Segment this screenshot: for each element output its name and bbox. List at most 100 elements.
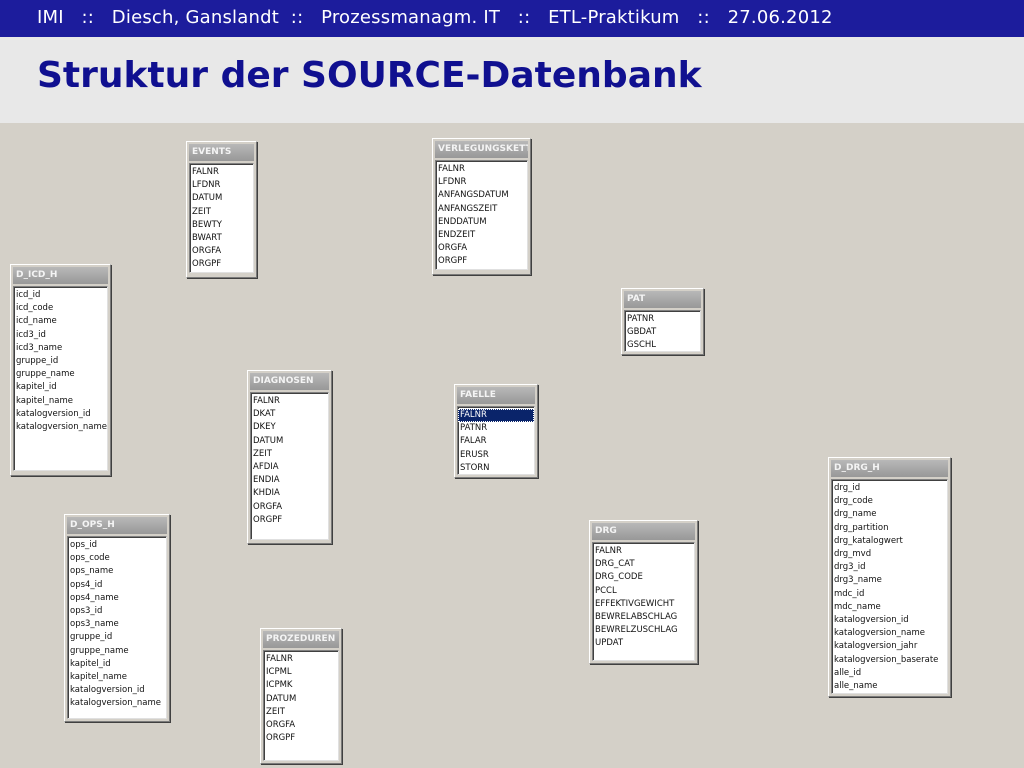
field-item[interactable]: ICPMK — [264, 679, 338, 692]
table-d-drg-h[interactable]: D_DRG_H drg_id drg_code drg_name drg_partit… — [828, 457, 951, 697]
field-item[interactable]: DKAT — [251, 408, 328, 421]
field-item[interactable]: LFDNR — [190, 179, 253, 192]
field-list[interactable]: ops_id ops_code ops_name ops4_id ops4_name op… — [67, 536, 167, 719]
field-item[interactable]: DATUM — [190, 192, 253, 205]
field-item[interactable]: gruppe_id — [68, 631, 166, 644]
field-item[interactable]: icd_id — [14, 289, 107, 302]
field-item[interactable]: FALNR — [593, 545, 694, 558]
table-title[interactable]: D_DRG_H — [831, 460, 948, 477]
field-item[interactable]: EFFEKTIVGEWICHT — [593, 598, 694, 611]
field-item[interactable]: drg_partition — [832, 522, 947, 535]
field-item[interactable]: DRG_CAT — [593, 558, 694, 571]
field-item[interactable]: ops4_name — [68, 592, 166, 605]
field-item[interactable]: ICPML — [264, 666, 338, 679]
field-item[interactable]: alle_id — [832, 667, 947, 680]
field-item[interactable]: drg_katalogwert — [832, 535, 947, 548]
field-item[interactable]: alle_name — [832, 680, 947, 693]
field-item[interactable]: FALNR — [251, 395, 328, 408]
field-item[interactable]: katalogversion_id — [68, 684, 166, 697]
field-item[interactable]: KHDIA — [251, 487, 328, 500]
table-title[interactable]: DRG — [592, 523, 695, 540]
table-title[interactable]: D_OPS_H — [67, 517, 167, 534]
field-item[interactable]: ERUSR — [458, 449, 534, 462]
table-title[interactable]: FAELLE — [457, 387, 535, 404]
field-item[interactable]: DATUM — [251, 435, 328, 448]
field-item[interactable]: ORGFA — [264, 719, 338, 732]
field-item[interactable]: ZEIT — [251, 448, 328, 461]
field-item[interactable]: ORGPF — [264, 732, 338, 745]
field-item[interactable]: FALNR — [436, 163, 527, 176]
field-item[interactable]: icd_code — [14, 302, 107, 315]
field-item[interactable]: drg3_name — [832, 574, 947, 587]
field-item[interactable]: katalogversion_name — [68, 697, 166, 710]
field-item[interactable]: FALNR — [458, 409, 534, 423]
field-item[interactable]: ORGFA — [251, 501, 328, 514]
table-pat[interactable]: PAT PATNR GBDAT GSCHL — [621, 288, 704, 355]
field-item[interactable]: kapitel_name — [14, 395, 107, 408]
field-item[interactable]: mdc_id — [832, 588, 947, 601]
field-item[interactable]: FALNR — [190, 166, 253, 179]
field-item[interactable]: ENDZEIT — [436, 229, 527, 242]
field-item[interactable]: DKEY — [251, 421, 328, 434]
field-item[interactable]: ORGFA — [436, 242, 527, 255]
field-item[interactable]: mdc_name — [832, 601, 947, 614]
field-list[interactable]: FALNR ICPML ICPMK DATUM ZEIT ORGFA ORGPF — [263, 650, 339, 761]
table-title[interactable]: DIAGNOSEN — [250, 373, 329, 390]
field-item[interactable]: LFDNR — [436, 176, 527, 189]
table-drg[interactable]: DRG FALNR DRG_CAT DRG_CODE PCCL EFFEKTIVGEWI… — [589, 520, 698, 664]
field-item[interactable]: ORGPF — [251, 514, 328, 527]
field-item[interactable]: BEWRELZUSCHLAG — [593, 624, 694, 637]
field-list[interactable]: drg_id drg_code drg_name drg_partition drg_k… — [831, 479, 948, 694]
field-item[interactable]: icd3_name — [14, 342, 107, 355]
field-item[interactable]: FALNR — [264, 653, 338, 666]
table-title[interactable]: PROZEDUREN — [263, 631, 339, 648]
table-verlegungskette[interactable]: VERLEGUNGSKETTE FALNR LFDNR ANFANGSDATUM AN… — [432, 138, 531, 275]
field-item[interactable]: kapitel_id — [14, 381, 107, 394]
field-list[interactable]: FALNR DKAT DKEY DATUM ZEIT AFDIA ENDIA KHDIA ORG… — [250, 392, 329, 540]
field-item[interactable]: icd_name — [14, 315, 107, 328]
field-item[interactable]: ORGPF — [436, 255, 527, 268]
field-item[interactable]: PATNR — [458, 422, 534, 435]
field-item[interactable]: katalogversion_name — [832, 627, 947, 640]
field-item[interactable]: DRG_CODE — [593, 571, 694, 584]
table-faelle[interactable]: FAELLE FALNR PATNR FALAR ERUSR STORN — [454, 384, 538, 478]
field-item[interactable]: BEWRELABSCHLAG — [593, 611, 694, 624]
table-events[interactable]: EVENTS FALNR LFDNR DATUM ZEIT BEWTY BWART ORGF… — [186, 141, 257, 278]
field-list[interactable]: FALNR LFDNR DATUM ZEIT BEWTY BWART ORGFA ORGPF — [189, 163, 254, 273]
table-title[interactable]: PAT — [624, 291, 701, 308]
field-item[interactable]: ops3_name — [68, 618, 166, 631]
table-prozeduren[interactable]: PROZEDUREN FALNR ICPML ICPMK DATUM ZEIT ORGFA… — [260, 628, 342, 764]
field-item[interactable]: kapitel_name — [68, 671, 166, 684]
field-item[interactable]: katalogversion_name — [14, 421, 107, 434]
field-item[interactable]: ops_name — [68, 565, 166, 578]
table-title[interactable]: EVENTS — [189, 144, 254, 161]
field-item[interactable]: ANFANGSDATUM — [436, 189, 527, 202]
table-d-ops-h[interactable]: D_OPS_H ops_id ops_code ops_name ops4_id ops… — [64, 514, 170, 722]
field-item[interactable]: ENDDATUM — [436, 216, 527, 229]
field-item[interactable]: gruppe_id — [14, 355, 107, 368]
field-item[interactable]: gruppe_name — [14, 368, 107, 381]
table-title[interactable]: D_ICD_H — [13, 267, 108, 284]
field-item[interactable]: kapitel_id — [68, 658, 166, 671]
field-item[interactable]: ANFANGSZEIT — [436, 203, 527, 216]
field-item[interactable]: ops4_id — [68, 579, 166, 592]
field-item[interactable]: ORGPF — [190, 258, 253, 271]
field-item[interactable]: ops_code — [68, 552, 166, 565]
table-d-icd-h[interactable]: D_ICD_H icd_id icd_code icd_name icd3_id icd… — [10, 264, 111, 476]
field-item[interactable]: ENDIA — [251, 474, 328, 487]
field-item[interactable]: AFDIA — [251, 461, 328, 474]
field-item[interactable]: katalogversion_id — [832, 614, 947, 627]
field-item[interactable]: BWART — [190, 232, 253, 245]
field-item[interactable]: ORGFA — [190, 245, 253, 258]
field-item[interactable]: FALAR — [458, 435, 534, 448]
field-item[interactable]: ZEIT — [264, 706, 338, 719]
field-item[interactable]: drg_id — [832, 482, 947, 495]
field-list[interactable]: FALNR DRG_CAT DRG_CODE PCCL EFFEKTIVGEWICHT B… — [592, 542, 695, 661]
field-item[interactable]: PATNR — [625, 313, 700, 326]
field-item[interactable]: katalogversion_baserate — [832, 654, 947, 667]
field-item[interactable]: drg3_id — [832, 561, 947, 574]
field-item[interactable]: BEWTY — [190, 219, 253, 232]
field-list[interactable]: FALNR PATNR FALAR ERUSR STORN — [457, 406, 535, 475]
field-item[interactable]: gruppe_name — [68, 645, 166, 658]
field-item[interactable]: ops3_id — [68, 605, 166, 618]
